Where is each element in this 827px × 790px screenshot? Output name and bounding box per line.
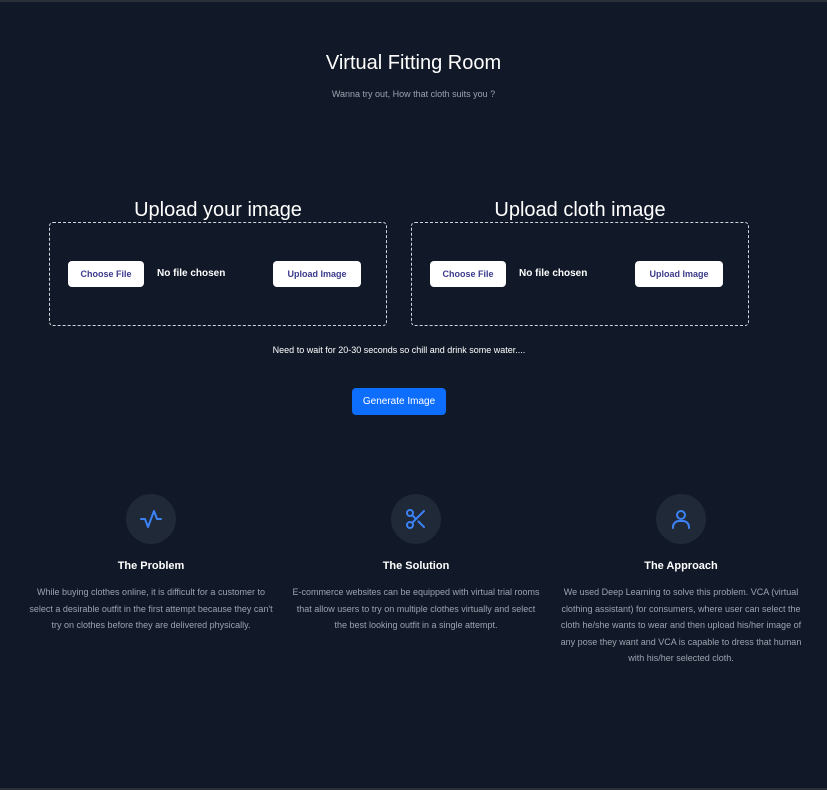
feature-solution-text: E-commerce websites can be equipped with… [292, 587, 540, 630]
upload-person-heading: Upload your image [134, 199, 302, 221]
upload-person-image-button[interactable]: Upload Image [273, 261, 361, 287]
upload-cloth-section: Upload cloth image Choose File No file c… [411, 198, 749, 326]
person-icon [656, 494, 706, 544]
wait-note: Need to wait for 20-30 seconds so chill … [272, 345, 526, 355]
upload-cloth-dropzone[interactable]: Choose File No file chosen Upload Image [411, 222, 749, 326]
person-file-status: No file chosen [157, 268, 226, 279]
feature-approach-text: We used Deep Learning to solve this prob… [560, 587, 802, 663]
upload-person-section: Upload your image Choose File No file ch… [49, 198, 387, 326]
upload-cloth-image-button[interactable]: Upload Image [635, 261, 723, 287]
feature-approach-title: The Approach [644, 560, 718, 572]
feature-approach: The Approach We used Deep Learning to so… [551, 494, 811, 667]
page-title: Virtual Fitting Room [325, 52, 502, 74]
scissors-icon [391, 494, 441, 544]
cloth-file-status: No file chosen [519, 268, 588, 279]
upload-person-dropzone[interactable]: Choose File No file chosen Upload Image [49, 222, 387, 326]
choose-cloth-file-button[interactable]: Choose File [430, 261, 506, 287]
feature-solution-title: The Solution [382, 560, 450, 572]
upload-cloth-heading: Upload cloth image [494, 199, 666, 221]
choose-person-file-button[interactable]: Choose File [68, 261, 144, 287]
top-edge [0, 0, 827, 2]
feature-problem: The Problem While buying clothes online,… [21, 494, 281, 634]
feature-problem-text: While buying clothes online, it is diffi… [29, 587, 273, 630]
activity-icon [126, 494, 176, 544]
page-subtitle: Wanna try out, How that cloth suits you … [331, 89, 496, 99]
feature-problem-title: The Problem [117, 560, 185, 572]
feature-solution: The Solution E-commerce websites can be … [286, 494, 546, 634]
generate-image-button[interactable]: Generate Image [352, 388, 446, 415]
